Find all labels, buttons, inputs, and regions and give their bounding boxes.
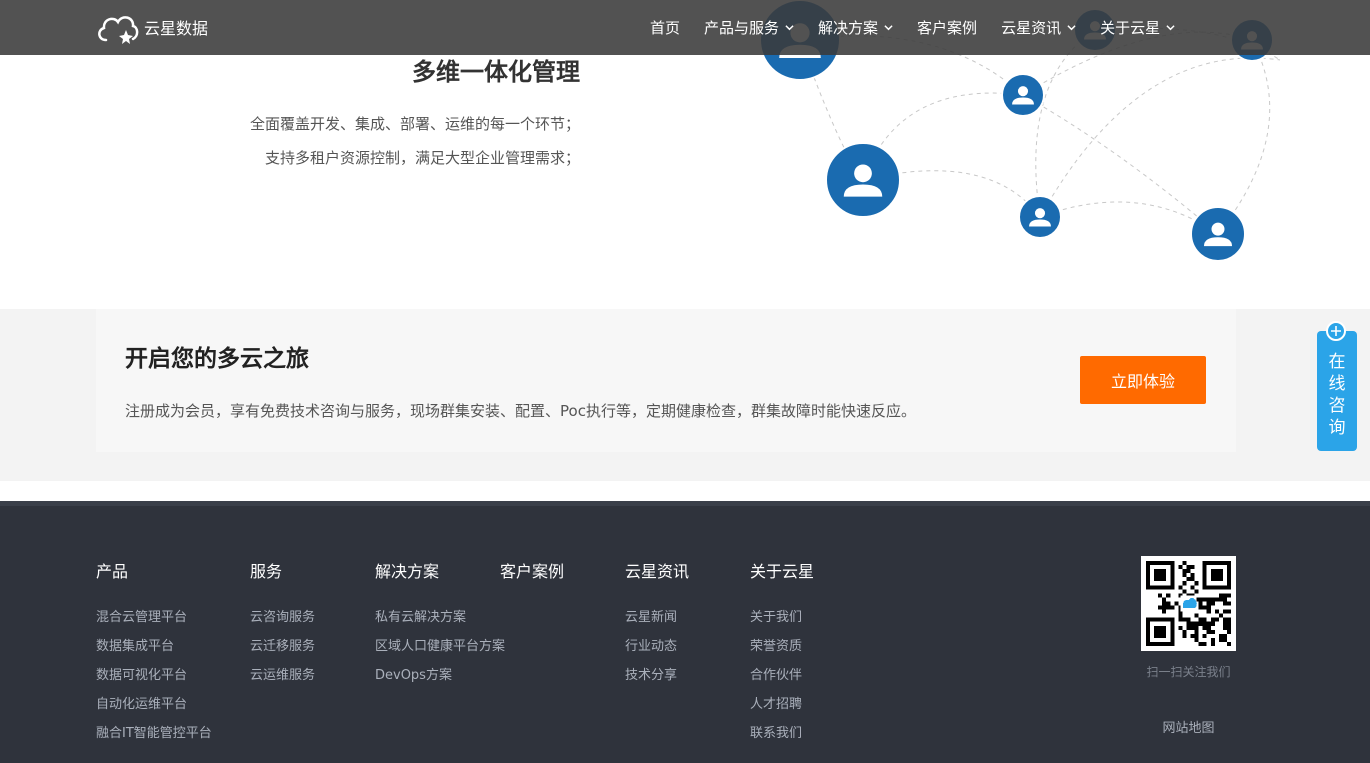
online-consult-button[interactable]: 在线咨询: [1317, 331, 1357, 451]
section-divider: [0, 481, 1370, 501]
footer-link[interactable]: 自动化运维平台: [96, 696, 212, 725]
chevron-down-icon: [884, 25, 893, 31]
qr-caption: 扫一扫关注我们: [1146, 665, 1231, 679]
footer-column: 客户案例: [500, 558, 564, 609]
user-node-icon: [1001, 73, 1045, 117]
footer-link[interactable]: 关于我们: [750, 609, 814, 638]
nav-item-label: 产品与服务: [704, 19, 780, 37]
nav-item-0[interactable]: 首页: [650, 17, 680, 38]
footer-link[interactable]: 联系我们: [750, 725, 814, 754]
chevron-down-icon: [1166, 25, 1175, 31]
brand-logo[interactable]: 云星数据: [96, 10, 208, 44]
sitemap-link[interactable]: 网站地图: [1141, 717, 1236, 736]
footer-column-title[interactable]: 客户案例: [500, 558, 564, 582]
footer-link[interactable]: 数据集成平台: [96, 638, 212, 667]
footer-column: 服务云咨询服务 云迁移服务 云运维服务: [250, 558, 315, 696]
nav-item-label: 解决方案: [818, 19, 879, 37]
qr-code-icon: [1141, 556, 1236, 651]
consult-label: 在线咨询: [1328, 352, 1346, 438]
footer-link[interactable]: DevOps方案: [375, 667, 505, 696]
footer-column: 产品混合云管理平台 数据集成平台 数据可视化平台 自动化运维平台 融合IT智能管控平台: [96, 558, 212, 754]
brand-name: 云星数据: [144, 19, 209, 38]
top-navbar: 云星数据 首页 产品与服务 解决方案 客户案例 云星资讯 关于云星: [0, 0, 1370, 55]
try-now-button[interactable]: 立即体验: [1080, 356, 1206, 404]
footer-link[interactable]: 云迁移服务: [250, 638, 315, 667]
user-node-icon: [825, 142, 901, 218]
footer-column-title[interactable]: 关于云星: [750, 558, 814, 582]
feature-line-1: 全面覆盖开发、集成、部署、运维的每一个环节；: [249, 115, 580, 133]
chevron-down-icon: [785, 25, 794, 31]
nav-item-1[interactable]: 产品与服务: [704, 17, 794, 38]
nav-item-4[interactable]: 云星资讯: [1001, 17, 1076, 38]
footer-link[interactable]: 数据可视化平台: [96, 667, 212, 696]
footer-link[interactable]: 区域人口健康平台方案: [375, 638, 505, 667]
footer-link[interactable]: 云运维服务: [250, 667, 315, 696]
nav-item-3[interactable]: 客户案例: [917, 17, 977, 38]
footer-link[interactable]: 人才招聘: [750, 696, 814, 725]
nav-item-label: 关于云星: [1100, 19, 1161, 37]
cta-box: 开启您的多云之旅 注册成为会员，享有免费技术咨询与服务，现场群集安装、配置、Po…: [96, 309, 1236, 452]
footer-link[interactable]: 融合IT智能管控平台: [96, 725, 212, 754]
nav-item-5[interactable]: 关于云星: [1100, 17, 1175, 38]
footer-column-title[interactable]: 解决方案: [375, 558, 505, 582]
footer-link[interactable]: 荣誉资质: [750, 638, 814, 667]
footer-link[interactable]: 私有云解决方案: [375, 609, 505, 638]
chevron-down-icon: [1067, 25, 1076, 31]
nav-item-label: 客户案例: [917, 19, 978, 37]
footer-link[interactable]: 云咨询服务: [250, 609, 315, 638]
main-nav: 首页 产品与服务 解决方案 客户案例 云星资讯 关于云星: [650, 0, 1199, 55]
nav-item-2[interactable]: 解决方案: [818, 17, 893, 38]
plus-circle-icon[interactable]: [1326, 321, 1346, 341]
footer-column-title[interactable]: 服务: [250, 558, 315, 582]
footer-column-title[interactable]: 云星资讯: [625, 558, 689, 582]
footer-link[interactable]: 行业动态: [625, 638, 689, 667]
footer-column: 关于云星关于我们 荣誉资质 合作伙伴 人才招聘 联系我们: [750, 558, 814, 754]
feature-title: 多维一体化管理: [412, 58, 580, 86]
nav-item-label: 云星资讯: [1001, 19, 1062, 37]
cta-description: 注册成为会员，享有免费技术咨询与服务，现场群集安装、配置、Poc执行等，定期健康…: [125, 402, 916, 420]
nav-item-label: 首页: [650, 19, 681, 37]
footer-link[interactable]: 技术分享: [625, 667, 689, 696]
cloud-star-icon: [98, 16, 139, 44]
feature-line-2: 支持多租户资源控制，满足大型企业管理需求；: [264, 149, 580, 167]
footer-column: 云星资讯云星新闻 行业动态 技术分享: [625, 558, 689, 696]
cta-section: 开启您的多云之旅 注册成为会员，享有免费技术咨询与服务，现场群集安装、配置、Po…: [0, 309, 1370, 481]
footer-link[interactable]: 合作伙伴: [750, 667, 814, 696]
footer-link[interactable]: 混合云管理平台: [96, 609, 212, 638]
footer-link[interactable]: 云星新闻: [625, 609, 689, 638]
cta-title: 开启您的多云之旅: [125, 346, 309, 372]
footer-column-title[interactable]: 产品: [96, 558, 212, 582]
user-node-icon: [1018, 195, 1062, 239]
footer: 产品 混合云管理平台 数据集成平台 数据可视化平台 自动化运维平台 融合IT智能管控平台服…: [0, 501, 1370, 763]
footer-column: 解决方案私有云解决方案 区域人口健康平台方案 DevOps方案: [375, 558, 505, 696]
user-node-icon: [1190, 206, 1246, 262]
